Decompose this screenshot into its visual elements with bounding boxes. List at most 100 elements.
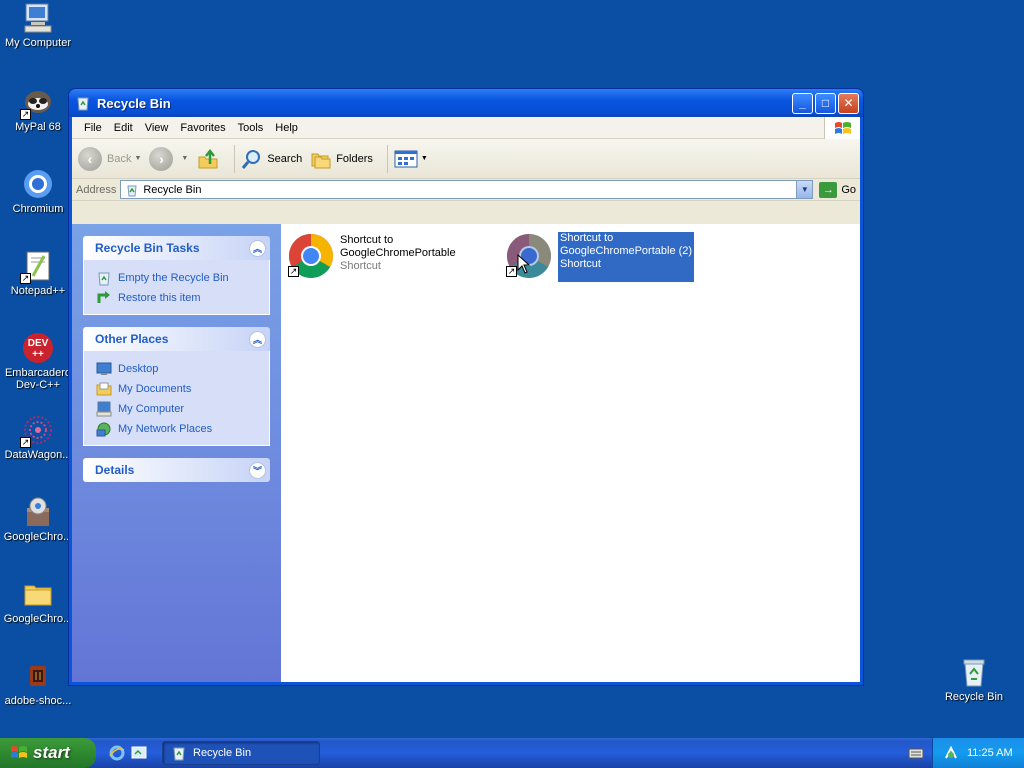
desktop-icon-datawagon[interactable]: ↗ DataWagon... [0, 414, 76, 461]
mouse-cursor-icon [517, 254, 531, 274]
search-icon [242, 149, 261, 169]
window-title: Recycle Bin [97, 95, 171, 111]
file-name-line1: Shortcut to [340, 234, 394, 246]
collapse-icon[interactable]: ︽ [249, 239, 266, 257]
address-bar: Address Recycle Bin ▼ → Go [72, 179, 860, 201]
toolbar-separator [386, 144, 388, 173]
menu-favorites[interactable]: Favorites [174, 122, 231, 134]
menu-view[interactable]: View [139, 122, 175, 134]
content-area: Recycle Bin Tasks ︽ Empty the Recycle Bi… [72, 224, 860, 682]
internet-explorer-icon[interactable] [108, 744, 126, 762]
go-button[interactable]: → Go [819, 181, 856, 198]
adobe-shockwave-icon [22, 660, 54, 692]
minimize-icon: _ [799, 96, 806, 110]
file-type: Shortcut [560, 258, 601, 270]
panel-item-label: My Network Places [118, 423, 213, 435]
collapse-icon[interactable]: ︽ [249, 330, 266, 348]
views-button[interactable]: ▼ [394, 149, 428, 169]
my-computer-link[interactable]: My Computer [96, 399, 259, 419]
desktop-icon-mypal[interactable]: ↗ MyPal 68 [0, 86, 76, 133]
other-places-panel: Other Places ︽ Desktop My Documents My C… [83, 327, 270, 446]
task-pane: Recycle Bin Tasks ︽ Empty the Recycle Bi… [72, 224, 281, 682]
my-documents-link[interactable]: My Documents [96, 379, 259, 399]
taskbar-item-recycle-bin[interactable]: Recycle Bin [162, 741, 320, 765]
chrome-icon: ↗ [505, 232, 553, 280]
desktop-icon-folder[interactable]: GoogleChro... [0, 578, 76, 625]
title-bar[interactable]: Recycle Bin _ □ ✕ [69, 89, 863, 117]
my-computer-icon [22, 2, 54, 34]
menu-help[interactable]: Help [269, 122, 304, 134]
details-panel: Details ︾ [83, 458, 270, 482]
search-label: Search [267, 152, 303, 165]
back-label: Back [107, 152, 132, 165]
search-button[interactable]: Search [241, 148, 302, 170]
close-button[interactable]: ✕ [838, 92, 859, 114]
panel-item-label: Restore this item [118, 292, 201, 304]
address-dropdown-icon[interactable]: ▼ [796, 181, 813, 198]
folders-icon [311, 153, 331, 168]
desktop-icon-devcpp[interactable]: DEV ++ Embarcadero Dev-C++ [0, 332, 76, 391]
shortcut-arrow-icon: ↗ [20, 109, 31, 120]
toolbar-separator [234, 144, 236, 173]
forward-dropdown-icon: ▼ [181, 155, 189, 162]
up-button[interactable] [196, 147, 220, 171]
desktop-icon-adobe-shockwave[interactable]: adobe-shoc... [0, 660, 76, 707]
desktop-icon-label: GoogleChro... [3, 613, 73, 625]
desktop-icon-my-computer[interactable]: My Computer [0, 2, 76, 49]
network-icon [96, 422, 111, 437]
panel-body: Desktop My Documents My Computer My Netw… [83, 351, 270, 446]
desktop-link[interactable]: Desktop [96, 359, 259, 379]
desktop-icon-label: MyPal 68 [15, 121, 61, 133]
views-dropdown-icon: ▼ [420, 155, 428, 162]
notepad-plus-plus-icon: ↗ [20, 250, 54, 284]
chrome-installer-icon [22, 496, 54, 528]
show-desktop-icon[interactable] [130, 744, 148, 762]
desktop-icon-label: Notepad++ [10, 285, 66, 297]
keyboard-icon[interactable] [908, 745, 924, 761]
shortcut-arrow-icon: ↗ [20, 437, 31, 448]
folders-label: Folders [336, 152, 373, 165]
maximize-button[interactable]: □ [815, 92, 836, 114]
folder-icon [22, 578, 54, 610]
desktop-icon-notepad-plus-plus[interactable]: ↗ Notepad++ [0, 250, 76, 297]
desktop-icon-chrome-installer[interactable]: GoogleChro... [0, 496, 76, 543]
file-item[interactable]: ↗ Shortcut to GoogleChromePortable Short… [287, 232, 487, 282]
back-arrow-icon: ‹ [78, 146, 102, 171]
file-type: Shortcut [340, 260, 381, 272]
desktop-icon-chromium[interactable]: Chromium [0, 168, 76, 215]
panel-item-label: Empty the Recycle Bin [118, 272, 229, 284]
address-input[interactable]: Recycle Bin ▼ [120, 180, 814, 199]
panel-header[interactable]: Details ︾ [83, 458, 270, 482]
forward-button[interactable]: › ▼ [149, 146, 189, 171]
desktop-icon-recycle-bin[interactable]: Recycle Bin [936, 656, 1012, 703]
my-network-places-link[interactable]: My Network Places [96, 419, 259, 439]
recycle-bin-icon [173, 747, 185, 761]
devcpp-icon: DEV ++ [22, 332, 54, 364]
minimize-button[interactable]: _ [792, 92, 813, 114]
chrome-icon: ↗ [287, 232, 335, 280]
clock[interactable]: 11:25 AM [967, 747, 1013, 759]
network-status-icon[interactable] [943, 745, 959, 761]
restore-item-link[interactable]: Restore this item [96, 288, 259, 308]
menu-tools[interactable]: Tools [232, 122, 270, 134]
folders-button[interactable]: Folders [310, 148, 373, 170]
maximize-icon: □ [821, 96, 830, 110]
empty-recycle-bin-link[interactable]: Empty the Recycle Bin [96, 268, 259, 288]
shortcut-arrow-icon: ↗ [506, 266, 517, 277]
devcpp-badge-text: DEV [28, 338, 49, 349]
system-tray: 11:25 AM [932, 738, 1024, 768]
back-button[interactable]: ‹ Back ▼ [78, 146, 141, 171]
shortcut-arrow-icon: ↗ [20, 273, 31, 284]
panel-header[interactable]: Other Places ︽ [83, 327, 270, 351]
start-button[interactable]: start [0, 738, 96, 768]
file-name-line2: GoogleChromePortable (2) [560, 245, 693, 257]
desktop-icon-label: GoogleChro... [3, 531, 73, 543]
menu-edit[interactable]: Edit [108, 122, 139, 134]
panel-header[interactable]: Recycle Bin Tasks ︽ [83, 236, 270, 260]
shortcut-arrow-icon: ↗ [288, 266, 299, 277]
file-item-selected[interactable]: ↗ Shortcut to GoogleChromePortable (2) S… [505, 232, 705, 282]
expand-icon[interactable]: ︾ [249, 461, 266, 479]
menu-file[interactable]: File [78, 122, 108, 134]
devcpp-badge-text2: ++ [32, 349, 44, 360]
chromium-icon [22, 168, 54, 200]
